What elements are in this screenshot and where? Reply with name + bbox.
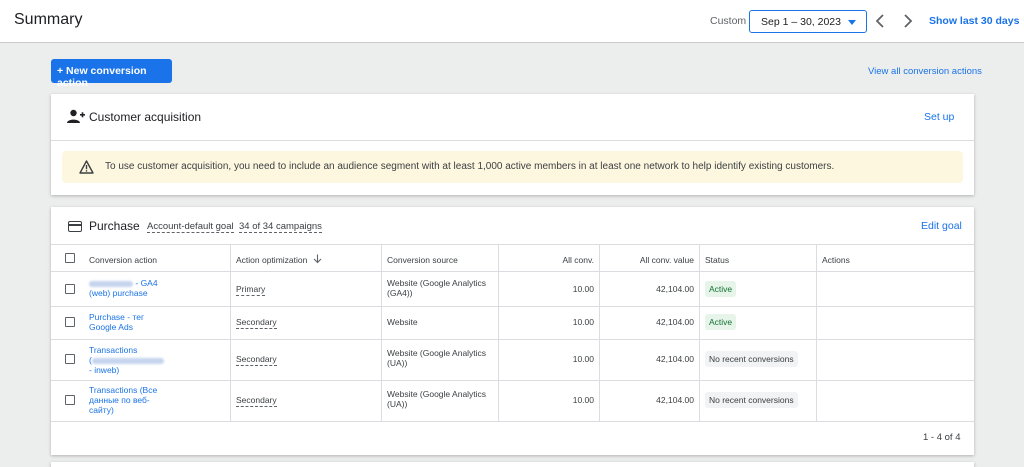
column-header-conversion-source[interactable]: Conversion source: [387, 255, 458, 265]
select-all-checkbox[interactable]: [65, 253, 75, 263]
column-header-all-conv-value[interactable]: All conv. value: [604, 255, 694, 265]
all-conv-value: 10.00: [572, 395, 594, 405]
row-checkbox[interactable]: [65, 354, 75, 364]
divider: [816, 244, 817, 421]
conversion-action-link[interactable]: Purchase - тег Google Ads: [89, 312, 144, 332]
conversion-source-text: (GA4)): [387, 288, 413, 298]
row-checkbox[interactable]: [65, 284, 75, 294]
warning-text: To use customer acquisition, you need to…: [105, 161, 835, 172]
account-default-goal-label[interactable]: Account-default goal: [147, 221, 234, 233]
redacted-text: [91, 357, 164, 364]
purchase-goal-card: Purchase Account-default goal 34 of 34 c…: [51, 207, 974, 455]
conversion-source-text: Website (Google Analytics: [387, 389, 487, 399]
divider: [51, 339, 974, 340]
column-header-all-conv[interactable]: All conv.: [503, 255, 595, 265]
customer-acquisition-card: Customer acquisition Set up To use custo…: [51, 94, 974, 195]
column-header-actions: Actions: [822, 255, 850, 265]
status-badge: No recent conversions: [705, 392, 798, 408]
conversion-source-text: (UA)): [387, 399, 408, 409]
status-badge: Active: [705, 281, 737, 297]
campaigns-count-label[interactable]: 34 of 34 campaigns: [239, 221, 322, 233]
conversion-source-cell: Website (Google Analytics (GA4)): [387, 278, 486, 298]
warning-banner: To use customer acquisition, you need to…: [62, 151, 963, 183]
conversion-source-text: Website (Google Analytics: [387, 278, 487, 288]
chevron-left-icon[interactable]: [873, 12, 889, 30]
warning-icon: [79, 160, 94, 174]
redacted-text: [89, 280, 133, 287]
divider: [51, 306, 974, 307]
all-conv-value: 10.00: [572, 354, 594, 364]
page-title: Summary: [14, 11, 83, 28]
chevron-right-icon[interactable]: [899, 12, 915, 30]
divider: [51, 140, 974, 141]
action-optimization-value[interactable]: Secondary: [236, 395, 277, 407]
status-badge: No recent conversions: [705, 351, 798, 367]
view-all-conversion-actions-link[interactable]: View all conversion actions: [868, 66, 982, 77]
all-conv-value-amount: 42,104.00: [656, 395, 694, 405]
new-conversion-action-button[interactable]: + New conversion action: [51, 59, 172, 89]
conversion-action-name: - GA4: [135, 278, 158, 288]
divider: [230, 244, 231, 421]
conversion-action-link[interactable]: - GA4 (web) purchase: [89, 278, 158, 298]
customer-acquisition-title: Customer acquisition: [89, 110, 202, 124]
dropdown-caret-icon: [848, 20, 856, 25]
conversion-action-name: - inweb): [89, 365, 120, 375]
conversion-source-text: Website: [387, 317, 418, 327]
conversion-action-name: Purchase - тег: [89, 312, 145, 322]
divider: [51, 421, 974, 422]
conversion-action-link[interactable]: Transactions (Все данные по веб- сайту): [89, 385, 157, 415]
column-header-action-optimization[interactable]: Action optimization: [236, 255, 307, 265]
conversion-action-name: Transactions: [89, 345, 138, 355]
arrow-down-icon[interactable]: [313, 254, 322, 264]
conversion-action-name: данные по веб-: [89, 395, 150, 405]
divider: [599, 244, 600, 421]
pagination-label: 1 - 4 of 4: [923, 432, 961, 443]
divider: [381, 244, 382, 421]
divider: [498, 244, 499, 421]
conversion-source-text: (UA)): [387, 358, 408, 368]
conversion-action-name: Transactions (Все: [89, 385, 158, 395]
action-optimization-value[interactable]: Secondary: [236, 354, 277, 366]
all-conv-value-amount: 42,104.00: [656, 317, 694, 327]
credit-card-icon: [68, 221, 82, 232]
next-goal-card: [51, 462, 974, 467]
conversion-source-text: Website (Google Analytics: [387, 348, 487, 358]
column-header-conversion-action[interactable]: Conversion action: [89, 255, 157, 265]
all-conv-value-amount: 42,104.00: [656, 354, 694, 364]
conversion-action-link[interactable]: Transactions ( - inweb): [89, 345, 164, 375]
conversion-action-name: (web) purchase: [89, 288, 148, 298]
status-badge: Active: [705, 314, 737, 330]
row-checkbox[interactable]: [65, 395, 75, 405]
divider: [699, 244, 700, 421]
all-conv-value-amount: 42,104.00: [656, 284, 694, 294]
conversion-source-cell: Website (Google Analytics (UA)): [387, 348, 486, 368]
date-range-select[interactable]: Sep 1 – 30, 2023: [749, 10, 867, 33]
conversion-source-cell: Website (Google Analytics (UA)): [387, 389, 486, 409]
purchase-title: Purchase: [89, 219, 140, 233]
top-bar: Summary Custom Sep 1 – 30, 2023 Show las…: [0, 0, 1024, 43]
divider: [51, 380, 974, 381]
add-person-icon: [67, 109, 85, 123]
row-checkbox[interactable]: [65, 317, 75, 327]
edit-goal-link[interactable]: Edit goal: [921, 220, 962, 232]
date-range-value: Sep 1 – 30, 2023: [761, 16, 841, 28]
date-range-type-label: Custom: [710, 15, 747, 27]
action-optimization-value[interactable]: Primary: [236, 284, 266, 296]
all-conv-value: 10.00: [572, 317, 594, 327]
conversion-action-name: Google Ads: [89, 322, 133, 332]
divider: [51, 244, 974, 245]
column-header-status[interactable]: Status: [705, 255, 729, 265]
conversion-action-name: сайту): [89, 405, 114, 415]
divider: [51, 271, 974, 272]
set-up-link[interactable]: Set up: [924, 111, 954, 123]
all-conv-value: 10.00: [572, 284, 594, 294]
action-optimization-value[interactable]: Secondary: [236, 317, 277, 329]
show-last-30-days-button[interactable]: Show last 30 days: [929, 15, 1019, 27]
